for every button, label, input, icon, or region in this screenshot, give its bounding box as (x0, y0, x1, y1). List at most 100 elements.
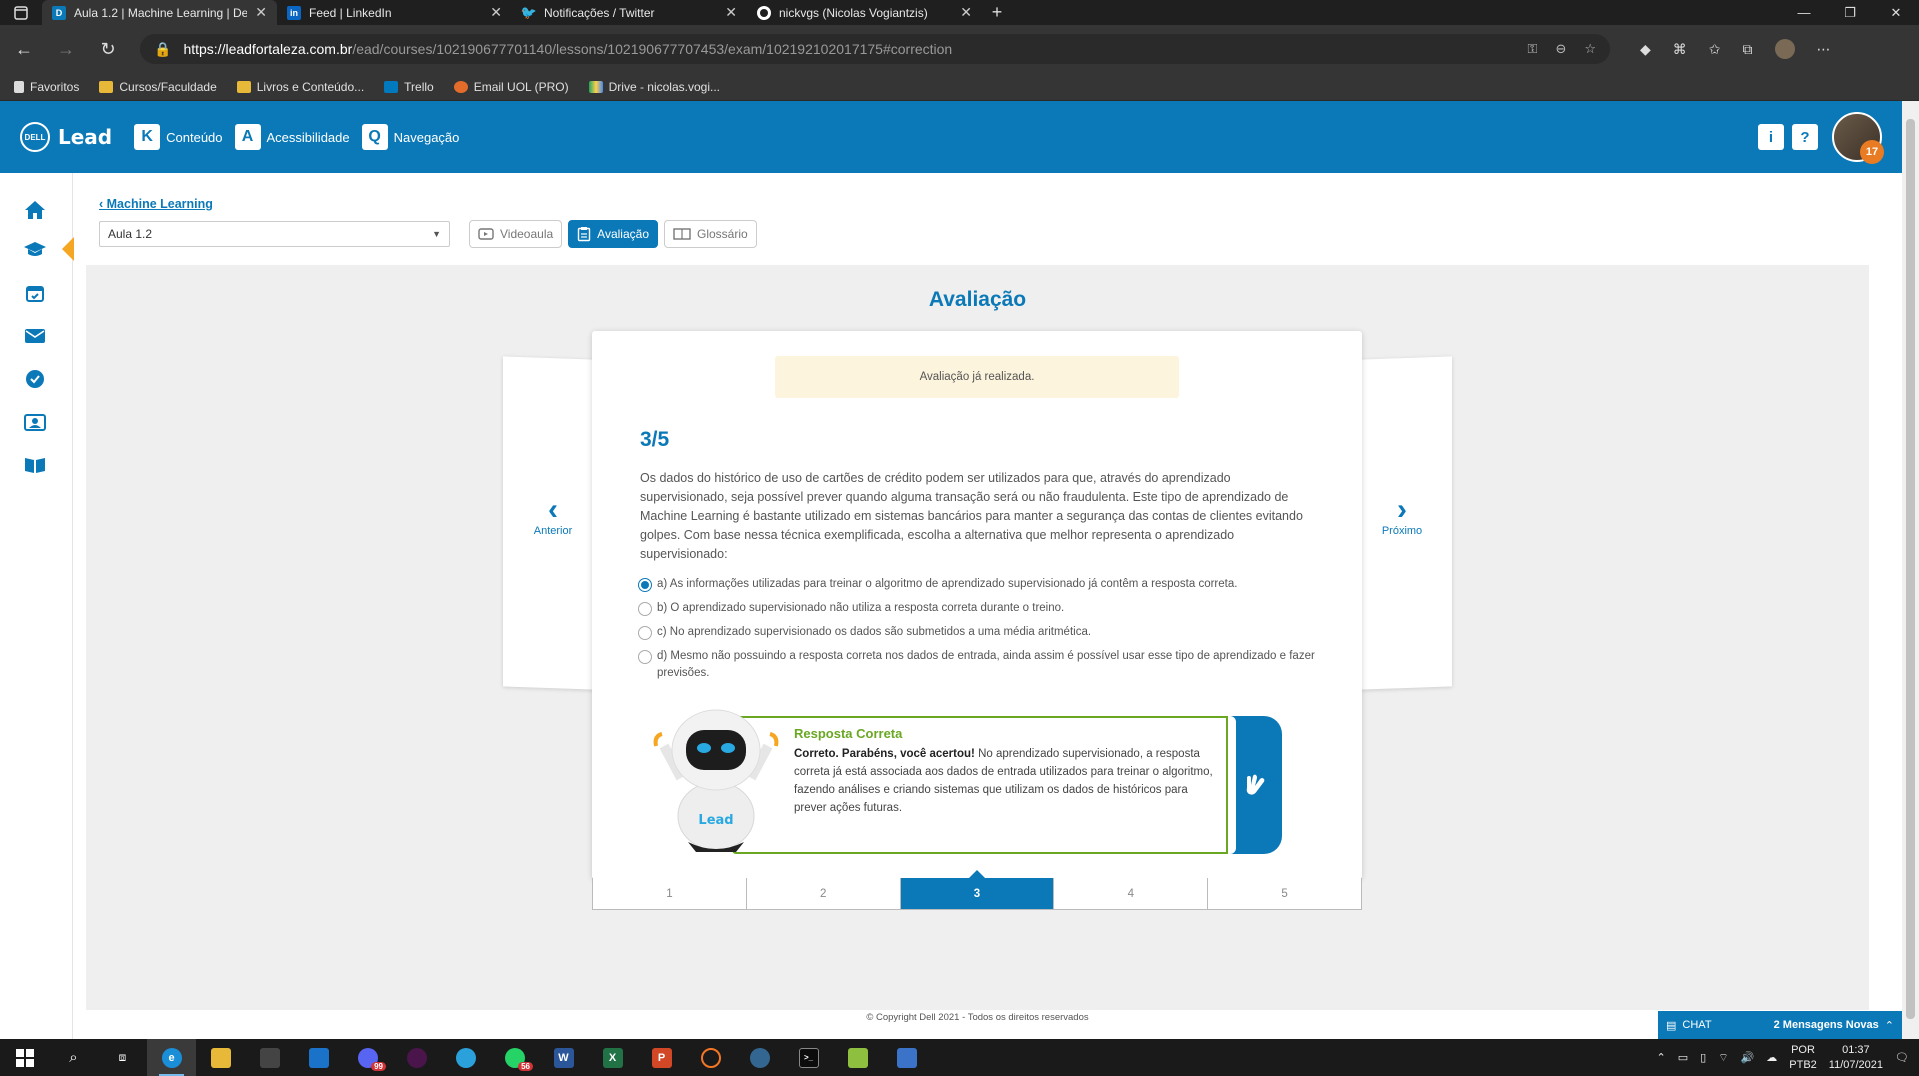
more-icon[interactable]: ⋯ (1817, 41, 1831, 58)
add-favorite-icon[interactable]: ☆ (1584, 41, 1596, 57)
restore-icon[interactable]: ❐ (1827, 0, 1873, 25)
onedrive-icon[interactable]: ☁ (1766, 1051, 1777, 1064)
close-tab-icon[interactable]: ✕ (960, 4, 972, 21)
info-button[interactable]: i (1758, 124, 1784, 150)
option-b[interactable]: b) O aprendizado supervisionado não util… (638, 600, 1318, 617)
close-tab-icon[interactable]: ✕ (725, 4, 737, 21)
taskbar-mail[interactable] (294, 1039, 343, 1076)
tab-glossario[interactable]: Glossário (664, 220, 757, 248)
device-icon[interactable]: ▭ (1678, 1051, 1688, 1064)
user-avatar[interactable]: 17 (1832, 112, 1884, 164)
option-a[interactable]: a) As informações utilizadas para treina… (638, 576, 1318, 593)
network-icon[interactable]: ⌔ (1718, 1051, 1728, 1065)
powerpoint-icon: P (651, 1047, 672, 1068)
sidebar-item-profile[interactable] (22, 409, 48, 435)
key-icon[interactable]: ⚿ (1528, 41, 1538, 57)
profile-avatar[interactable] (1774, 39, 1795, 59)
taskbar-notepadpp[interactable] (833, 1039, 882, 1076)
logo[interactable]: DELL Lead (20, 122, 112, 152)
page-button-5[interactable]: 5 (1208, 878, 1361, 909)
browser-tab-github[interactable]: nickvgs (Nicolas Vogiantzis) ✕ (747, 0, 982, 25)
scrollbar-thumb[interactable] (1906, 119, 1915, 1019)
bookmark-drive[interactable]: Drive - nicolas.vogi... (588, 80, 720, 94)
radio-button[interactable] (638, 578, 652, 592)
taskbar-powerpoint[interactable]: P (637, 1039, 686, 1076)
close-tab-icon[interactable]: ✕ (255, 4, 267, 21)
refresh-icon[interactable]: ↻ (90, 31, 126, 67)
chat-bar[interactable]: ▤ CHAT 2 Mensagens Novas ⌃ (1658, 1011, 1902, 1039)
close-window-icon[interactable]: ✕ (1873, 0, 1919, 25)
breadcrumb-link[interactable]: ‹ Machine Learning (99, 197, 213, 211)
taskbar-word[interactable]: W (539, 1039, 588, 1076)
sidebar-item-home[interactable] (22, 197, 48, 223)
taskbar-telegram[interactable] (441, 1039, 490, 1076)
url-input[interactable]: 🔒 https://leadfortaleza.com.br/ead/cours… (140, 34, 1610, 64)
collections-icon[interactable]: ⧉ (1743, 41, 1753, 58)
bookmark-livros[interactable]: Livros e Conteúdo... (236, 80, 364, 94)
zoom-icon[interactable]: ⊖ (1555, 41, 1566, 57)
tab-actions-icon[interactable] (0, 0, 42, 25)
page-scrollbar[interactable] (1902, 101, 1919, 1039)
next-button[interactable]: › Próximo (1377, 495, 1427, 538)
notifications-icon[interactable]: 🗨 (1895, 1051, 1909, 1064)
taskbar-whatsapp[interactable]: 56 (490, 1039, 539, 1076)
back-icon[interactable]: ← (6, 31, 42, 67)
chevron-up-icon[interactable]: ⌃ (1657, 1051, 1666, 1064)
new-tab-button[interactable]: + (982, 0, 1012, 25)
previous-button[interactable]: ‹ Anterior (528, 495, 578, 538)
taskbar-calculator[interactable] (882, 1039, 931, 1076)
minimize-icon[interactable]: — (1781, 0, 1827, 25)
taskbar-explorer[interactable] (196, 1039, 245, 1076)
feedback-title: Resposta Correta (794, 726, 903, 741)
favorites-icon[interactable]: ✩ (1709, 41, 1721, 58)
forward-icon[interactable]: → (48, 31, 84, 67)
taskbar-terminal[interactable]: >_ (784, 1039, 833, 1076)
sidebar-item-certificates[interactable] (22, 366, 48, 392)
radio-button[interactable] (638, 650, 652, 664)
sidebar-item-library[interactable] (22, 452, 48, 478)
bookmark-trello[interactable]: Trello (384, 80, 434, 94)
taskbar-search[interactable]: ⌕ (49, 1039, 98, 1076)
option-d[interactable]: d) Mesmo não possuindo a resposta corret… (638, 648, 1318, 682)
lesson-select[interactable]: Aula 1.2 ▼ (99, 221, 450, 247)
taskbar-store[interactable] (245, 1039, 294, 1076)
taskbar-taskview[interactable]: ⧈ (98, 1039, 147, 1076)
help-button[interactable]: ? (1792, 124, 1818, 150)
hotkey-acessibilidade[interactable]: A Acessibilidade (234, 124, 350, 150)
browser-tab-linkedin[interactable]: in Feed | LinkedIn ✕ (277, 0, 512, 25)
start-button[interactable] (0, 1039, 49, 1076)
close-tab-icon[interactable]: ✕ (490, 4, 502, 21)
page-button-1[interactable]: 1 (593, 878, 747, 909)
page-button-3[interactable]: 3 (900, 870, 1055, 909)
page-button-2[interactable]: 2 (747, 878, 901, 909)
extension-icon[interactable]: ◆ (1640, 41, 1651, 58)
tab-videoaula[interactable]: Videoaula (469, 220, 563, 248)
bookmark-favoritos[interactable]: Favoritos (14, 80, 79, 94)
taskbar-discord[interactable]: 99 (343, 1039, 392, 1076)
sidebar-item-courses[interactable] (22, 237, 48, 263)
tab-avaliacao[interactable]: Avaliação (568, 220, 658, 248)
page-button-4[interactable]: 4 (1054, 878, 1209, 909)
bookmark-cursos[interactable]: Cursos/Faculdade (99, 79, 217, 94)
hotkey-navegacao[interactable]: Q Navegação (361, 124, 459, 150)
taskbar-jupyter[interactable] (686, 1039, 735, 1076)
sign-language-button[interactable] (1226, 716, 1282, 854)
taskbar-slack[interactable] (392, 1039, 441, 1076)
bookmark-uol[interactable]: Email UOL (PRO) (453, 80, 569, 94)
language-indicator[interactable]: POR PTB2 (1789, 1043, 1817, 1073)
bookmark-label: Cursos/Faculdade (119, 79, 217, 94)
browser-tab-lead[interactable]: D Aula 1.2 | Machine Learning | De ✕ (42, 0, 277, 25)
hotkey-conteudo[interactable]: K Conteúdo (134, 124, 223, 150)
translate-icon[interactable]: ⌘ (1673, 41, 1687, 58)
browser-tab-twitter[interactable]: 🐦 Notificações / Twitter ✕ (512, 0, 747, 25)
taskbar-edge[interactable]: e (147, 1039, 196, 1076)
option-c[interactable]: c) No aprendizado supervisionado os dado… (638, 624, 1318, 641)
radio-button[interactable] (638, 626, 652, 640)
taskbar-excel[interactable]: X (588, 1039, 637, 1076)
volume-icon[interactable]: 🔊 (1741, 1051, 1755, 1064)
clock[interactable]: 01:37 11/07/2021 (1829, 1043, 1883, 1073)
taskbar-postgres[interactable] (735, 1039, 784, 1076)
battery-icon[interactable]: ▯ (1700, 1051, 1706, 1064)
sidebar-item-messages[interactable] (22, 323, 48, 349)
radio-button[interactable] (638, 602, 652, 616)
